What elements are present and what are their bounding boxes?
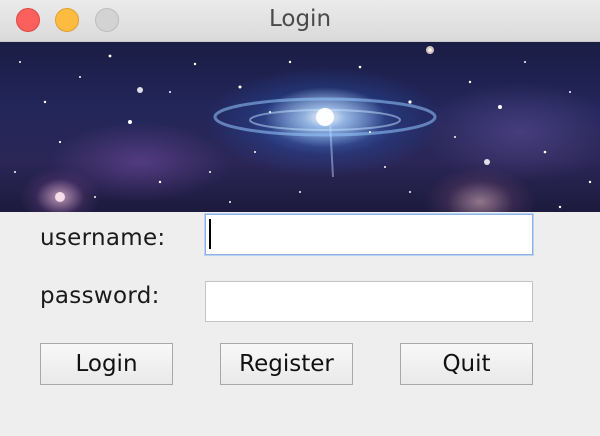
- title-bar[interactable]: Login: [0, 0, 600, 42]
- username-label: username:: [40, 225, 166, 251]
- password-label: password:: [40, 283, 160, 309]
- register-button[interactable]: Register: [220, 343, 353, 385]
- window-title: Login: [268, 6, 332, 32]
- quit-button[interactable]: Quit: [400, 343, 533, 385]
- login-window: Login username: password: Login Register…: [0, 0, 600, 436]
- password-input[interactable]: [205, 281, 533, 322]
- login-button[interactable]: Login: [40, 343, 173, 385]
- starfield-graphic: [14, 46, 592, 209]
- text-cursor: [209, 219, 211, 249]
- galaxy-banner-image: [0, 42, 600, 212]
- username-input[interactable]: [205, 214, 533, 255]
